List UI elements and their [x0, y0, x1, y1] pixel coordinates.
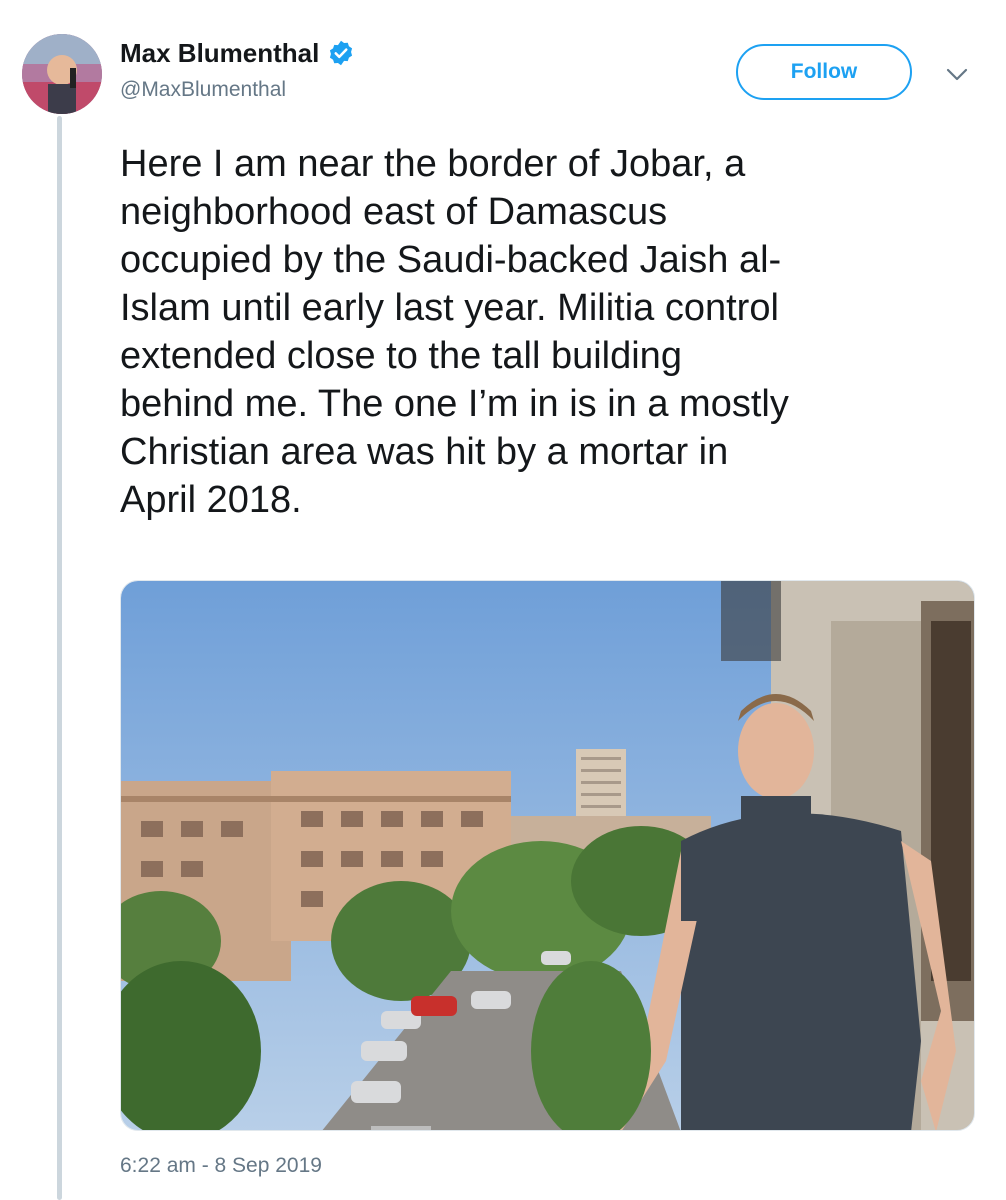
follow-button[interactable]: Follow	[736, 44, 912, 100]
tweet-photo[interactable]	[120, 580, 975, 1131]
verified-badge-icon	[327, 39, 355, 67]
name-row: Max Blumenthal	[120, 36, 680, 70]
display-name[interactable]: Max Blumenthal	[120, 38, 319, 69]
avatar-image	[22, 34, 102, 114]
user-handle[interactable]: @MaxBlumenthal	[120, 78, 680, 102]
thread-connector-line	[57, 116, 62, 1200]
tweet-text: Here I am near the border of Jobar, a ne…	[120, 143, 789, 521]
more-options-button[interactable]	[942, 62, 972, 88]
photo-image	[121, 581, 974, 1130]
chevron-down-icon	[946, 68, 968, 81]
tweet-header: Max Blumenthal @MaxBlumenthal	[120, 36, 680, 102]
avatar[interactable]	[22, 34, 102, 114]
tweet-timestamp[interactable]: 6:22 am - 8 Sep 2019	[120, 1154, 322, 1178]
